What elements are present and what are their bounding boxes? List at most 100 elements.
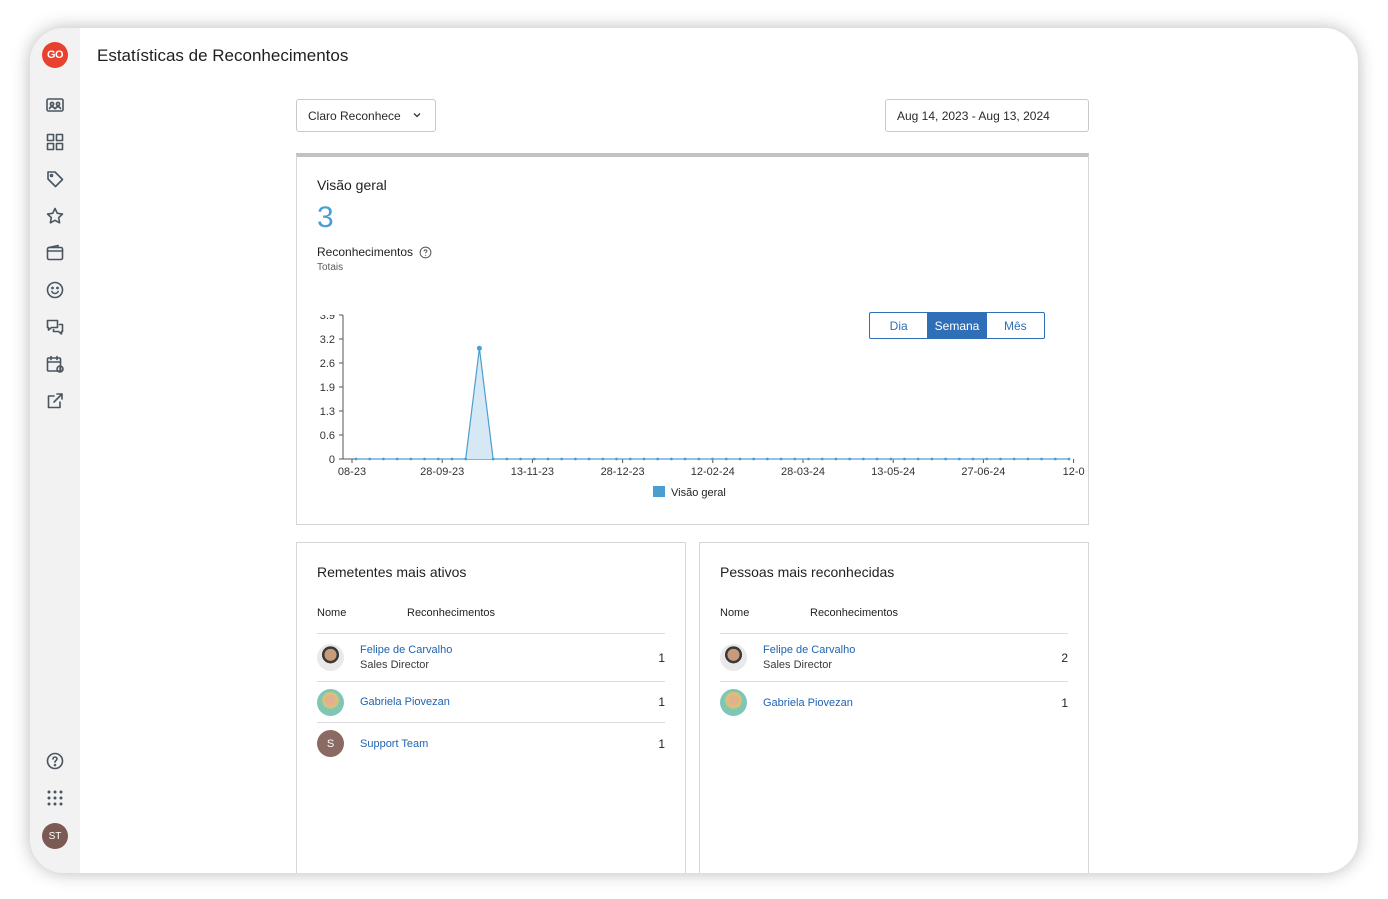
tag-icon[interactable] bbox=[44, 168, 66, 190]
help-icon[interactable] bbox=[44, 750, 66, 772]
x-tick-label: 13-11-23 bbox=[511, 466, 554, 478]
list-item[interactable]: Gabriela Piovezan 1 bbox=[317, 682, 665, 723]
person-name[interactable]: Gabriela Piovezan bbox=[360, 696, 450, 708]
apps-grid-icon[interactable] bbox=[44, 787, 66, 809]
x-tick-label: 12-02-24 bbox=[691, 466, 735, 478]
data-point bbox=[573, 457, 577, 461]
list-item[interactable]: Felipe de Carvalho Sales Director 1 bbox=[317, 634, 665, 682]
program-select-value: Claro Reconhece bbox=[308, 108, 401, 123]
data-point bbox=[875, 457, 879, 461]
sidebar: GO ST bbox=[30, 28, 80, 873]
recipients-header: Nome Reconhecimentos bbox=[720, 607, 1068, 619]
data-point bbox=[615, 457, 618, 461]
x-tick-label: 13-05-24 bbox=[871, 466, 915, 478]
help-circle-icon[interactable] bbox=[419, 246, 432, 259]
data-point bbox=[957, 457, 961, 461]
x-tick-label: 28-03-24 bbox=[781, 466, 825, 478]
data-point bbox=[971, 457, 975, 461]
data-point bbox=[793, 457, 797, 461]
person-role: Sales Director bbox=[763, 659, 833, 671]
data-point bbox=[532, 457, 536, 461]
calendar-clock-icon[interactable] bbox=[44, 353, 66, 375]
data-point bbox=[546, 457, 550, 461]
data-point bbox=[765, 457, 769, 461]
wallet-icon[interactable] bbox=[44, 242, 66, 264]
total-count: 3 bbox=[317, 201, 334, 234]
data-point bbox=[683, 457, 687, 461]
series-area bbox=[356, 348, 1069, 459]
metric-label-text: Reconhecimentos bbox=[317, 245, 414, 259]
avatar: S bbox=[317, 730, 344, 757]
metric-label: Reconhecimentos bbox=[317, 245, 432, 259]
y-tick-label: 0.6 bbox=[320, 430, 335, 442]
people-card-icon[interactable] bbox=[44, 94, 66, 116]
data-point bbox=[724, 457, 728, 461]
list-item[interactable]: Gabriela Piovezan 1 bbox=[720, 682, 1068, 723]
y-tick-label: 0 bbox=[329, 454, 335, 466]
col-name: Nome bbox=[720, 607, 750, 619]
recipients-list: Felipe de Carvalho Sales Director 2 Gabr… bbox=[720, 633, 1068, 723]
recipients-card: Pessoas mais reconhecidas Nome Reconheci… bbox=[699, 542, 1089, 873]
y-tick-label: 3.2 bbox=[320, 334, 335, 346]
data-point bbox=[1040, 457, 1043, 461]
avatar bbox=[317, 688, 344, 716]
data-point bbox=[930, 457, 934, 461]
data-point bbox=[944, 457, 947, 461]
x-tick-label: 12-0 bbox=[1063, 466, 1085, 478]
list-item[interactable]: S Support Team 1 bbox=[317, 723, 665, 764]
recognitions-chart: 0 0.6 1.3 1.9 2.6 3.2 3.9 08-23 28-09-23 13-11-23… bbox=[320, 314, 1085, 499]
series-line bbox=[356, 348, 1069, 460]
data-point bbox=[423, 457, 426, 461]
data-point bbox=[820, 457, 824, 461]
senders-list: Felipe de Carvalho Sales Director 1 Gabr… bbox=[317, 633, 665, 764]
data-point bbox=[656, 457, 660, 461]
date-range-picker[interactable]: Aug 14, 2023 - Aug 13, 2024 bbox=[885, 99, 1089, 132]
data-point bbox=[601, 457, 605, 461]
data-point bbox=[807, 457, 810, 461]
x-tick-label: 27-06-24 bbox=[961, 466, 1005, 478]
senders-card: Remetentes mais ativos Nome Reconhecimen… bbox=[296, 542, 686, 873]
person-role: Sales Director bbox=[360, 659, 430, 671]
data-point bbox=[409, 457, 413, 461]
app-logo[interactable]: GO bbox=[42, 42, 68, 68]
data-point bbox=[587, 457, 591, 461]
person-name[interactable]: Felipe de Carvalho bbox=[763, 644, 855, 656]
external-link-icon[interactable] bbox=[44, 390, 66, 412]
recipients-title: Pessoas mais reconhecidas bbox=[720, 564, 895, 580]
person-name[interactable]: Felipe de Carvalho bbox=[360, 644, 452, 656]
chevron-down-icon bbox=[411, 109, 423, 124]
data-point bbox=[476, 345, 482, 351]
data-point bbox=[368, 457, 372, 461]
data-point bbox=[505, 457, 509, 461]
data-point bbox=[779, 457, 783, 461]
data-point bbox=[450, 457, 454, 461]
data-point bbox=[861, 457, 865, 461]
data-point bbox=[752, 457, 756, 461]
y-tick-label: 1.9 bbox=[320, 382, 335, 394]
data-point bbox=[382, 457, 385, 461]
person-name[interactable]: Support Team bbox=[360, 738, 428, 750]
data-point bbox=[985, 457, 989, 461]
col-count: Reconhecimentos bbox=[407, 607, 496, 619]
data-point bbox=[669, 457, 673, 461]
data-point bbox=[903, 457, 906, 461]
recognition-count: 2 bbox=[1061, 650, 1068, 665]
date-range-value: Aug 14, 2023 - Aug 13, 2024 bbox=[897, 108, 1050, 123]
data-point bbox=[560, 457, 564, 461]
program-select[interactable]: Claro Reconhece bbox=[296, 99, 436, 132]
list-item[interactable]: Felipe de Carvalho Sales Director 2 bbox=[720, 634, 1068, 682]
dashboard-grid-icon[interactable] bbox=[44, 131, 66, 153]
avatar bbox=[720, 644, 747, 671]
y-tick-label: 2.6 bbox=[320, 358, 335, 370]
person-name[interactable]: Gabriela Piovezan bbox=[763, 697, 853, 709]
user-avatar[interactable]: ST bbox=[42, 823, 68, 849]
recognition-count: 1 bbox=[1061, 695, 1068, 710]
data-point bbox=[1012, 457, 1016, 461]
col-count: Reconhecimentos bbox=[810, 607, 899, 619]
chat-icon[interactable] bbox=[44, 316, 66, 338]
data-point bbox=[1026, 457, 1030, 461]
star-icon[interactable] bbox=[44, 205, 66, 227]
senders-header: Nome Reconhecimentos bbox=[317, 607, 665, 619]
data-point bbox=[395, 457, 399, 461]
smiley-icon[interactable] bbox=[44, 279, 66, 301]
